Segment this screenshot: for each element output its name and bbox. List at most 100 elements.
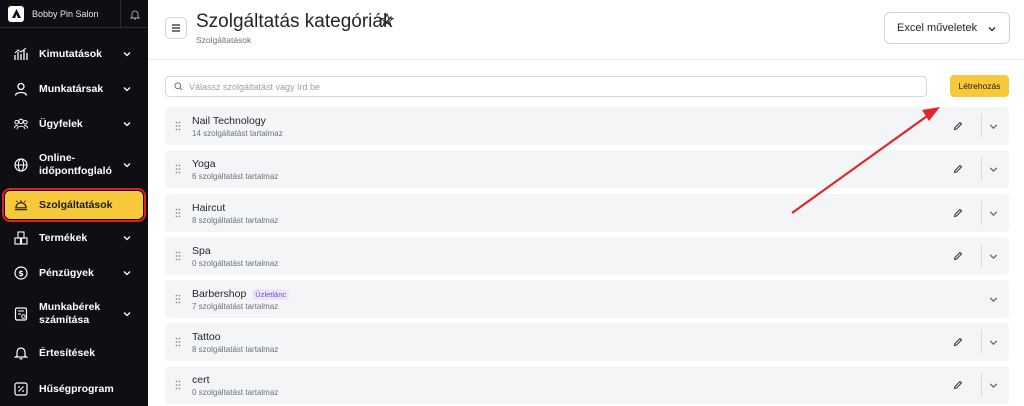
category-count: 0 szolgáltatást tartalmaz bbox=[192, 388, 279, 397]
menu-toggle-button[interactable] bbox=[165, 17, 187, 39]
create-button[interactable]: Létrehozás bbox=[950, 75, 1009, 97]
sidebar-item-label: Termékek bbox=[39, 231, 88, 244]
row-divider bbox=[981, 330, 982, 354]
category-count: 8 szolgáltatást tartalmaz bbox=[192, 345, 279, 354]
chevron-down-icon[interactable] bbox=[988, 208, 999, 219]
sidebar-item-label: Hűségprogram bbox=[39, 382, 114, 395]
svg-text:$: $ bbox=[18, 269, 24, 278]
chevron-down-icon bbox=[123, 163, 131, 168]
sidebar-item-label: Szolgáltatások bbox=[39, 198, 113, 211]
category-row[interactable]: Nail Technology 14 szolgáltatást tartalm… bbox=[165, 107, 1009, 145]
favorite-star-icon[interactable] bbox=[380, 13, 394, 27]
globe-icon bbox=[14, 158, 28, 172]
category-name: Nail Technology bbox=[192, 115, 266, 127]
drag-handle-icon[interactable] bbox=[175, 164, 181, 174]
drag-handle-icon[interactable] bbox=[175, 380, 181, 390]
sidebar-item-munkaberek-szamitasa[interactable]: Munkabérek számítása bbox=[0, 295, 148, 333]
category-count: 7 szolgáltatást tartalmaz bbox=[192, 302, 279, 311]
drag-handle-icon[interactable] bbox=[175, 208, 181, 218]
excel-actions-label: Excel műveletek bbox=[897, 22, 978, 34]
users-icon bbox=[14, 117, 28, 131]
category-row[interactable]: Yoga 6 szolgáltatást tartalmaz bbox=[165, 150, 1009, 188]
sidebar-item-husegprogram[interactable]: Hűségprogram bbox=[0, 377, 148, 401]
search-icon bbox=[174, 82, 183, 91]
category-name: Haircut bbox=[192, 202, 226, 214]
search-input[interactable] bbox=[189, 81, 889, 92]
brand-logo-icon[interactable] bbox=[8, 5, 24, 22]
brand-bell-icon[interactable] bbox=[120, 0, 148, 28]
row-divider bbox=[981, 373, 982, 397]
sidebar-item-ugyfelek[interactable]: Ügyfelek bbox=[0, 112, 148, 136]
category-row[interactable]: Haircut 8 szolgáltatást tartalmaz bbox=[165, 194, 1009, 232]
sidebar: Bobby Pin Salon Kimutatások Munkatársak bbox=[0, 0, 148, 406]
category-name: Tattoo bbox=[192, 331, 221, 343]
chevron-down-icon[interactable] bbox=[988, 337, 999, 348]
category-count: 14 szolgáltatást tartalmaz bbox=[192, 129, 283, 138]
drag-handle-icon[interactable] bbox=[175, 337, 181, 347]
row-divider bbox=[981, 244, 982, 268]
drag-handle-icon[interactable] bbox=[175, 294, 181, 304]
sidebar-item-ertesitesek[interactable]: Értesítések bbox=[0, 341, 148, 365]
category-name: Yoga bbox=[192, 158, 216, 170]
category-row[interactable]: Barbershop Üzletlánc 7 szolgáltatást tar… bbox=[165, 280, 1009, 318]
chevron-down-icon bbox=[123, 236, 131, 241]
category-row[interactable]: Tattoo 8 szolgáltatást tartalmaz bbox=[165, 323, 1009, 361]
category-count: 8 szolgáltatást tartalmaz bbox=[192, 216, 279, 225]
chevron-down-icon[interactable] bbox=[988, 164, 999, 175]
edit-pencil-icon[interactable] bbox=[952, 336, 964, 348]
chevron-down-icon[interactable] bbox=[988, 251, 999, 262]
category-name-wrap: Barbershop Üzletlánc bbox=[192, 288, 290, 300]
chevron-down-icon bbox=[123, 312, 131, 317]
percent-icon bbox=[14, 382, 28, 396]
sidebar-item-munkatarsak[interactable]: Munkatársak bbox=[0, 77, 148, 101]
sidebar-item-kimutatasok[interactable]: Kimutatások bbox=[0, 42, 148, 66]
sidebar-item-label: Munkabérek számítása bbox=[39, 301, 101, 326]
edit-pencil-icon[interactable] bbox=[952, 250, 964, 262]
products-icon bbox=[14, 231, 28, 245]
category-row[interactable]: cert 0 szolgáltatást tartalmaz bbox=[165, 366, 1009, 404]
sidebar-item-termekek[interactable]: Termékek bbox=[0, 226, 148, 250]
page-title: Szolgáltatás kategóriák bbox=[196, 11, 393, 32]
bell-icon bbox=[14, 346, 28, 360]
dollar-icon: $ bbox=[14, 266, 28, 280]
drag-handle-icon[interactable] bbox=[175, 121, 181, 131]
sidebar-item-label: Munkatársak bbox=[39, 82, 104, 95]
service-bell-icon bbox=[14, 198, 28, 212]
row-divider bbox=[981, 157, 982, 181]
category-name: cert bbox=[192, 374, 210, 386]
edit-pencil-icon[interactable] bbox=[952, 163, 964, 175]
sidebar-item-online-idopontfoglalo[interactable]: Online-időpontfoglaló bbox=[0, 146, 148, 184]
category-row[interactable]: Spa 0 szolgáltatást tartalmaz bbox=[165, 237, 1009, 275]
search-field[interactable] bbox=[165, 76, 927, 97]
sidebar-item-label: Ügyfelek bbox=[39, 117, 83, 130]
sidebar-item-szolgaltatasok[interactable]: Szolgáltatások bbox=[2, 188, 146, 222]
chevron-down-icon[interactable] bbox=[988, 380, 999, 391]
chain-badge: Üzletlánc bbox=[252, 288, 290, 300]
category-count: 0 szolgáltatást tartalmaz bbox=[192, 259, 279, 268]
edit-pencil-icon[interactable] bbox=[952, 207, 964, 219]
category-name: Spa bbox=[192, 245, 211, 257]
excel-actions-button[interactable]: Excel műveletek bbox=[884, 12, 1010, 44]
drag-handle-icon[interactable] bbox=[175, 251, 181, 261]
sidebar-item-penzugyek[interactable]: $ Pénzügyek bbox=[0, 261, 148, 285]
user-icon bbox=[14, 82, 28, 96]
row-divider bbox=[981, 201, 982, 225]
chart-icon bbox=[14, 47, 28, 61]
edit-pencil-icon[interactable] bbox=[952, 120, 964, 132]
sidebar-item-label: Értesítések bbox=[39, 346, 96, 359]
page-header: Szolgáltatás kategóriák Szolgáltatások E… bbox=[148, 0, 1024, 60]
chevron-down-icon bbox=[988, 27, 996, 32]
hamburger-icon bbox=[172, 24, 180, 32]
brand-name[interactable]: Bobby Pin Salon bbox=[32, 9, 99, 19]
payroll-icon bbox=[14, 307, 28, 321]
category-name: Barbershop bbox=[192, 288, 247, 300]
breadcrumb[interactable]: Szolgáltatások bbox=[196, 35, 251, 45]
chevron-down-icon bbox=[123, 52, 131, 57]
sidebar-item-label: Online-időpontfoglaló bbox=[39, 152, 112, 177]
chevron-down-icon[interactable] bbox=[988, 121, 999, 132]
row-divider bbox=[981, 114, 982, 138]
chevron-down-icon bbox=[123, 87, 131, 92]
chevron-down-icon[interactable] bbox=[988, 294, 999, 305]
edit-pencil-icon[interactable] bbox=[952, 379, 964, 391]
brand-bar: Bobby Pin Salon bbox=[0, 0, 148, 28]
